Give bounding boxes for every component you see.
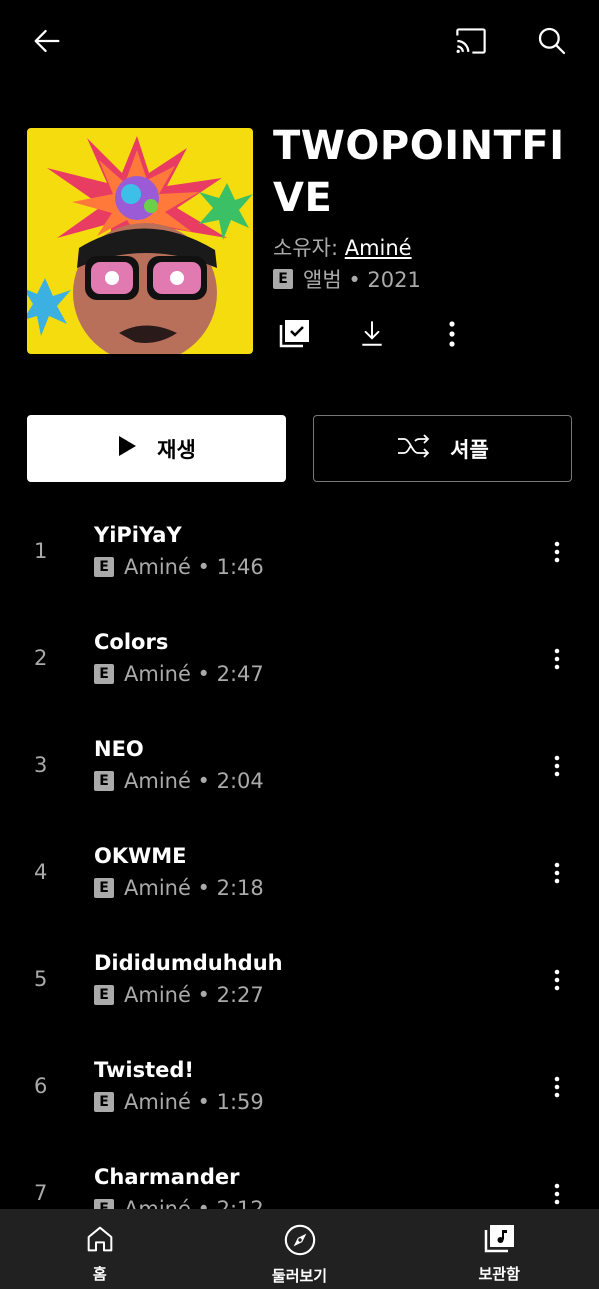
track-title: Dididumduhduh (94, 951, 283, 975)
track-row[interactable]: 4 OKWME E Aminé • 2:18 (0, 826, 599, 933)
track-row[interactable]: 1 YiPiYaY E Aminé • 1:46 (0, 505, 599, 612)
track-artist-duration: Aminé • 2:47 (124, 662, 264, 686)
more-vert-icon (447, 320, 457, 352)
explicit-badge: E (94, 1092, 114, 1112)
cast-icon[interactable] (446, 20, 496, 62)
shuffle-icon (396, 433, 432, 464)
track-title: NEO (94, 737, 144, 761)
home-icon (84, 1223, 116, 1259)
track-more-button[interactable] (542, 535, 572, 569)
track-more-button[interactable] (542, 856, 572, 890)
explicit-badge: E (94, 771, 114, 791)
track-row[interactable]: 5 Dididumduhduh E Aminé • 2:27 (0, 933, 599, 1040)
compass-icon (283, 1223, 317, 1261)
album-cover-image (27, 128, 253, 354)
explicit-badge: E (273, 269, 293, 289)
explicit-badge: E (94, 664, 114, 684)
track-number: 1 (34, 539, 48, 563)
track-row[interactable]: 3 NEO E Aminé • 2:04 (0, 719, 599, 826)
track-artist-duration: Aminé • 1:46 (124, 555, 264, 579)
top-app-bar (0, 0, 599, 84)
nav-library-label: 보관함 (478, 1265, 520, 1283)
nav-home[interactable]: 홈 (0, 1209, 200, 1289)
track-more-button[interactable] (542, 749, 572, 783)
nav-explore[interactable]: 둘러보기 (200, 1209, 400, 1289)
track-subtitle: E Aminé • 1:46 (94, 555, 264, 579)
library-music-icon (482, 1223, 516, 1259)
library-check-icon (277, 318, 311, 354)
track-artist-duration: Aminé • 2:04 (124, 769, 264, 793)
album-more-button[interactable] (432, 316, 472, 356)
track-more-button[interactable] (542, 963, 572, 997)
album-owner-line: 소유자: Aminé (273, 232, 412, 262)
track-subtitle: E Aminé • 2:47 (94, 662, 264, 686)
play-icon (117, 435, 137, 462)
track-number: 5 (34, 967, 48, 991)
back-arrow-icon[interactable] (22, 20, 72, 62)
play-button-label: 재생 (157, 437, 196, 462)
track-number: 4 (34, 860, 48, 884)
track-subtitle: E Aminé • 1:59 (94, 1090, 264, 1114)
track-number: 3 (34, 753, 48, 777)
search-icon[interactable] (527, 20, 577, 62)
track-more-button[interactable] (542, 1070, 572, 1104)
track-artist-duration: Aminé • 1:59 (124, 1090, 264, 1114)
track-title: YiPiYaY (94, 523, 182, 547)
track-artist-duration: Aminé • 2:27 (124, 983, 264, 1007)
track-number: 2 (34, 646, 48, 670)
track-artist-duration: Aminé • 2:18 (124, 876, 264, 900)
track-number: 6 (34, 1074, 48, 1098)
track-list: 1 YiPiYaY E Aminé • 1:46 2 Colors E Aminé … (0, 505, 599, 1254)
download-button[interactable] (352, 316, 392, 356)
track-more-button[interactable] (542, 642, 572, 676)
nav-explore-label: 둘러보기 (271, 1267, 328, 1285)
bottom-navigation: 홈 둘러보기 보관함 (0, 1209, 599, 1289)
album-type-year: 앨범 • 2021 (303, 268, 421, 292)
shuffle-button[interactable]: 셔플 (313, 415, 572, 482)
shuffle-button-label: 셔플 (450, 437, 489, 462)
track-title: Charmander (94, 1165, 240, 1189)
track-title: OKWME (94, 844, 187, 868)
explicit-badge: E (94, 985, 114, 1005)
nav-home-label: 홈 (92, 1265, 107, 1283)
track-row[interactable]: 2 Colors E Aminé • 2:47 (0, 612, 599, 719)
owner-prefix: 소유자: (273, 236, 345, 260)
track-subtitle: E Aminé • 2:04 (94, 769, 264, 793)
track-subtitle: E Aminé • 2:18 (94, 876, 264, 900)
album-title: TWOPOINTFIVE (273, 123, 565, 221)
track-title: Twisted! (94, 1058, 195, 1082)
explicit-badge: E (94, 557, 114, 577)
artist-link[interactable]: Aminé (345, 236, 412, 260)
album-meta-line: E 앨범 • 2021 (273, 264, 421, 294)
download-icon (359, 320, 385, 352)
saved-to-library-button[interactable] (274, 316, 314, 356)
explicit-badge: E (94, 878, 114, 898)
nav-library[interactable]: 보관함 (399, 1209, 599, 1289)
track-more-button[interactable] (542, 1177, 572, 1211)
track-title: Colors (94, 630, 169, 654)
track-subtitle: E Aminé • 2:27 (94, 983, 264, 1007)
play-button[interactable]: 재생 (27, 415, 286, 482)
track-row[interactable]: 6 Twisted! E Aminé • 1:59 (0, 1040, 599, 1147)
